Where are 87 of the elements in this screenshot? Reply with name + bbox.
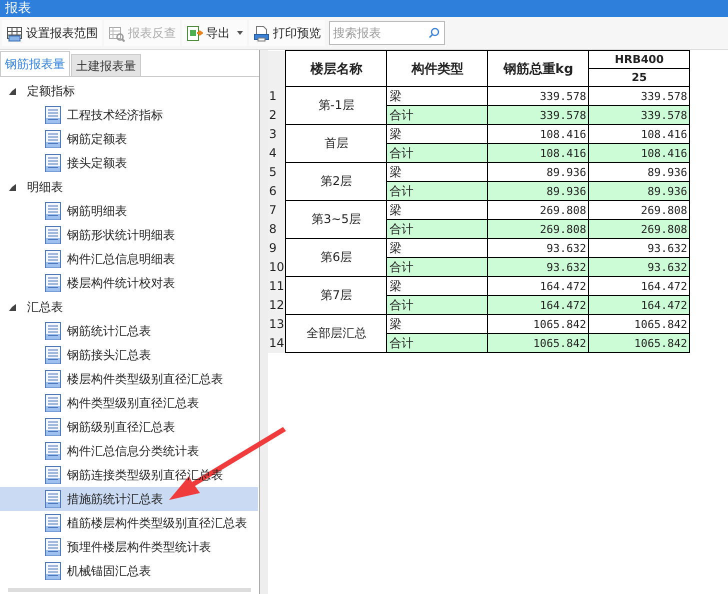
column-header: 25 (588, 68, 690, 86)
column-header: HRB400 (588, 50, 690, 68)
table-cell: 108.416 (488, 144, 589, 162)
tree-item[interactable]: 钢筋接头汇总表 (0, 343, 258, 367)
tree-item[interactable]: 钢筋明细表 (0, 199, 258, 223)
document-icon (45, 274, 61, 292)
tree-group[interactable]: 定额指标 (0, 79, 259, 103)
tree-item[interactable]: 植筋楼层构件类型级别直径汇总表 (0, 511, 258, 535)
document-icon (45, 250, 61, 268)
table-cell: 合计 (386, 144, 488, 162)
tree-item[interactable]: 钢筋形状统计明细表 (0, 223, 258, 247)
table-cell: 第-1层 (286, 86, 387, 124)
spreadsheet-arrow-icon (186, 24, 203, 42)
table-cell: 164.472 (488, 296, 589, 314)
table-icon (6, 24, 23, 42)
table-cell: 第7层 (286, 276, 387, 314)
document-icon (45, 562, 61, 580)
table-cell: 合计 (386, 258, 488, 276)
document-icon (45, 538, 61, 556)
tree-item[interactable]: 楼层构件类型级别直径汇总表 (0, 367, 258, 391)
table-cell: 108.416 (588, 144, 690, 162)
table-cell: 93.632 (488, 258, 589, 276)
table-cell: 合计 (386, 220, 488, 238)
column-header: 构件类型 (386, 50, 488, 86)
export-button[interactable]: 导出 (182, 20, 247, 46)
table-cell: 全部层汇总 (286, 314, 387, 352)
tree-item[interactable]: 钢筋定额表 (0, 127, 258, 151)
search-field[interactable]: 搜索报表 (329, 21, 445, 45)
document-icon (45, 442, 61, 460)
tree-item[interactable]: 接头定额表 (0, 151, 258, 175)
table-cell: 合计 (386, 334, 488, 352)
tree-item[interactable]: 楼层构件统计校对表 (0, 271, 258, 295)
search-icon (428, 27, 440, 39)
table-cell: 第2层 (286, 162, 387, 200)
document-icon (45, 202, 61, 220)
document-icon (45, 346, 61, 364)
table-cell: 合计 (386, 106, 488, 124)
tree-item[interactable]: 措施筋统计汇总表 (0, 487, 258, 511)
tree-item[interactable]: 机械锚固汇总表 (0, 559, 258, 583)
document-icon (45, 322, 61, 340)
range-button[interactable]: 设置报表范围 (2, 20, 102, 46)
table-cell: 339.578 (488, 106, 589, 124)
tree-item[interactable]: 构件类型级别直径汇总表 (0, 391, 258, 415)
tab[interactable]: 土建报表量 (71, 54, 141, 76)
document-icon (45, 130, 61, 148)
column-header: 楼层名称 (286, 50, 387, 86)
table-cell: 第6层 (286, 238, 387, 276)
expander-icon[interactable] (9, 88, 16, 94)
table-cell: 89.936 (588, 182, 690, 200)
table-cell: 合计 (386, 182, 488, 200)
table-cell: 第3~5层 (286, 200, 387, 238)
magnifier-table-icon (108, 24, 125, 42)
tree-item[interactable]: 构件汇总信息明细表 (0, 247, 258, 271)
document-icon (45, 418, 61, 436)
lookup-button: 报表反查 (104, 20, 180, 46)
printer-icon (253, 24, 270, 42)
table-cell: 269.808 (488, 220, 589, 238)
document-icon (45, 154, 61, 172)
document-icon (45, 394, 61, 412)
table-cell: 164.472 (588, 296, 690, 314)
document-icon (45, 466, 61, 484)
table-cell: 合计 (386, 296, 488, 314)
document-icon (45, 514, 61, 532)
document-icon (45, 106, 61, 124)
tree-item[interactable]: 钢筋级别直径汇总表 (0, 415, 258, 439)
table-cell: 首层 (286, 124, 387, 162)
document-icon (45, 226, 61, 244)
table-cell: 1065.842 (488, 334, 589, 352)
table-cell: 269.808 (588, 220, 690, 238)
table-cell: 339.578 (588, 106, 690, 124)
tree-group[interactable]: 明细表 (0, 175, 259, 199)
tab[interactable]: 钢筋报表量 (0, 51, 70, 76)
document-icon (45, 490, 61, 508)
tree-item[interactable]: 钢筋统计汇总表 (0, 319, 258, 343)
table-cell: 1065.842 (588, 334, 690, 352)
expander-icon[interactable] (9, 184, 16, 190)
tree-item[interactable]: 工程技术经济指标 (0, 103, 258, 127)
tree-item[interactable]: 预埋件楼层构件类型统计表 (0, 535, 258, 559)
expander-icon[interactable] (9, 304, 16, 310)
window-title: 报表 (5, 1, 31, 16)
column-header: 钢筋总重kg (488, 50, 589, 86)
table-cell: 89.936 (488, 182, 589, 200)
document-icon (45, 370, 61, 388)
tree-group[interactable]: 汇总表 (0, 295, 259, 319)
table-cell: 93.632 (588, 258, 690, 276)
print-preview-button[interactable]: 打印预览 (249, 20, 325, 46)
tree-item[interactable]: 构件汇总信息分类统计表 (0, 439, 258, 463)
